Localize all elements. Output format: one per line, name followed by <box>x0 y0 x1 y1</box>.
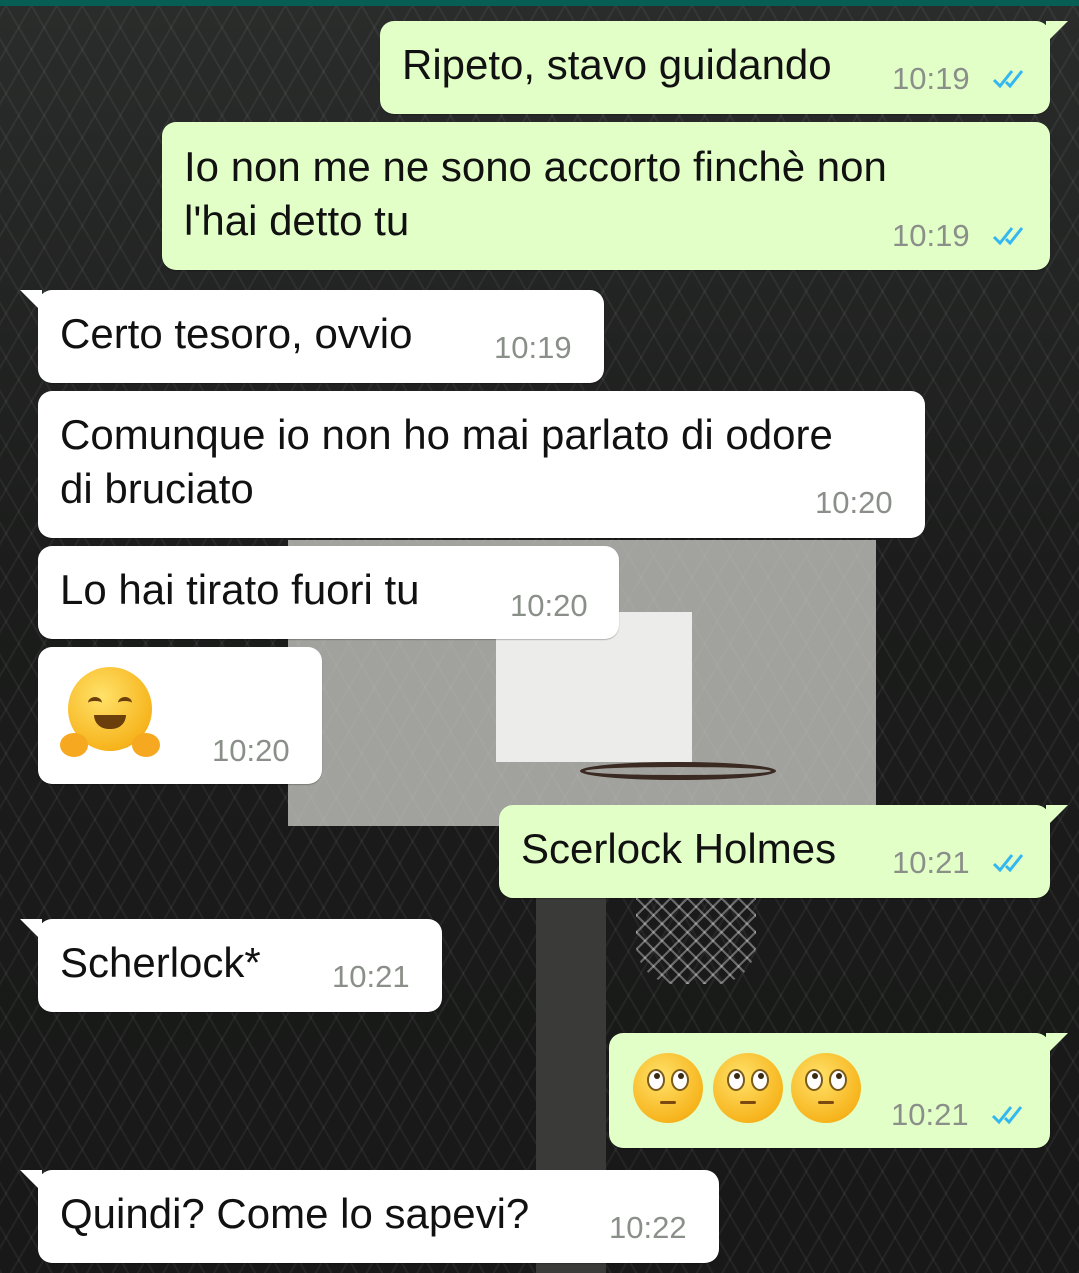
message-time: 10:19 <box>892 61 970 96</box>
message-time: 10:22 <box>609 1210 687 1245</box>
message-time: 10:19 <box>892 218 970 253</box>
message-bubble-outgoing[interactable]: 10:21 <box>609 1033 1068 1148</box>
message-text: Certo tesoro, ovvio <box>60 310 413 357</box>
double-check-read-icon <box>992 227 1024 246</box>
message-time: 10:21 <box>332 959 410 994</box>
message-time: 10:20 <box>815 485 893 520</box>
message-bubble-incoming[interactable]: Comunque io non ho mai parlato di odore … <box>38 391 925 538</box>
message-bubble-incoming[interactable]: Certo tesoro, ovvio 10:19 <box>20 290 604 383</box>
message-text: Lo hai tirato fuori tu <box>60 566 420 613</box>
message-bubble-outgoing[interactable]: Scerlock Holmes 10:21 <box>499 805 1068 898</box>
message-bubble-incoming[interactable]: Scherlock* 10:21 <box>20 919 442 1012</box>
message-bubble-incoming[interactable]: Quindi? Come lo sapevi? 10:22 <box>20 1170 719 1263</box>
message-bubble-incoming[interactable]: 10:20 <box>38 647 322 784</box>
eye-roll-emoji <box>713 1053 783 1123</box>
message-bubble-incoming[interactable]: Lo hai tirato fuori tu 10:20 <box>38 546 619 639</box>
message-text-line: Comunque io non ho mai parlato di odore <box>60 411 833 458</box>
message-time: 10:20 <box>212 733 290 768</box>
message-bubble-outgoing[interactable]: Ripeto, stavo guidando 10:19 <box>380 21 1068 114</box>
message-bubble-outgoing[interactable]: Io non me ne sono accorto finchè non l'h… <box>162 122 1050 270</box>
message-text: Scherlock* <box>60 939 261 986</box>
eye-roll-emoji <box>633 1053 703 1123</box>
message-text: Scerlock Holmes <box>521 825 837 872</box>
message-text-line: di bruciato <box>60 465 254 512</box>
double-check-read-icon <box>992 854 1024 873</box>
message-time: 10:20 <box>510 588 588 623</box>
hugging-face-emoji <box>60 667 160 759</box>
message-text: Quindi? Come lo sapevi? <box>60 1190 530 1237</box>
message-text-line: Io non me ne sono accorto finchè non <box>184 143 887 190</box>
message-time: 10:19 <box>494 330 572 365</box>
double-check-read-icon <box>992 70 1024 89</box>
message-time: 10:21 <box>892 845 970 880</box>
double-check-read-icon <box>991 1106 1023 1125</box>
message-text-line: l'hai detto tu <box>184 197 410 244</box>
message-text: Ripeto, stavo guidando <box>402 41 832 88</box>
message-time: 10:21 <box>891 1097 969 1132</box>
eye-roll-emoji <box>791 1053 861 1123</box>
